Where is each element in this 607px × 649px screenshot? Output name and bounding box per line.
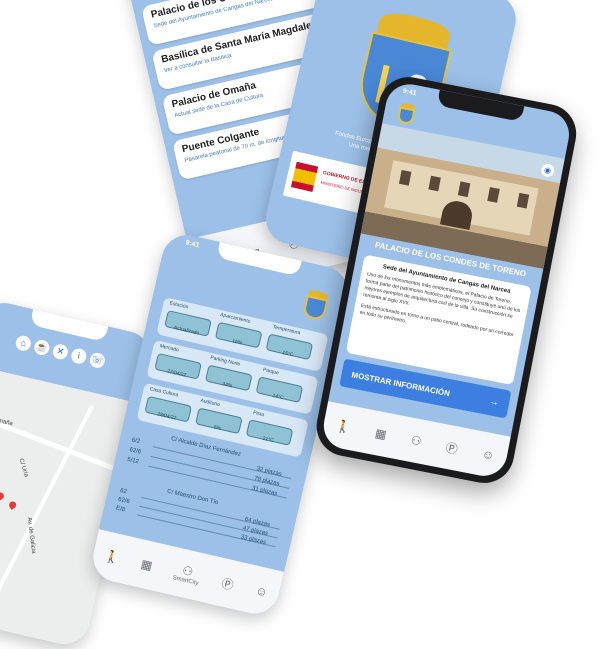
map-road-label: C/ Uría [17,457,29,478]
restaurant-icon[interactable]: ☕ [32,338,51,357]
sensor-value-cell[interactable]: 28/04/22 [144,395,193,424]
notch [436,89,524,122]
street-row-label: 62/6 [128,447,142,456]
sensor-value-cell[interactable]: 27/04/22 [154,352,203,381]
sensor-label: Estación [168,300,189,311]
sensor-value-cell[interactable]: 6% [194,407,244,435]
street-total: 31 plazas [251,485,278,498]
sensor-value-cell[interactable]: 21°C [245,419,294,447]
show-info-label: MOSTRAR INFORMACIÓN [350,369,451,398]
map-icon[interactable]: ▦ [374,426,388,442]
spain-flag-mark [290,161,319,193]
info-icon[interactable]: i [69,347,88,366]
user-icon[interactable]: ☺ [254,583,269,599]
street-row-label: 62/6 [117,496,131,506]
sensor-label: Auditorio [199,397,221,409]
walk-icon[interactable]: 🚶 [103,548,121,565]
tools-icon[interactable]: ✕ [51,342,70,361]
bike-icon[interactable]: ⚇ SmartCity [171,561,202,587]
phone-smartcity: 9:41 Estación Aparcamiento Temperatura A… [88,230,354,619]
status-time: 9:41 [184,239,201,250]
user-icon[interactable]: ☺ [481,447,496,463]
sensor-value-cell[interactable]: 15°C [265,333,314,361]
street-row-label: 62 [119,487,128,496]
phone-icon[interactable]: ☏ [88,351,107,370]
sensor-label: Mercado [158,343,180,354]
sensor-value-cell[interactable]: 16% [214,321,263,349]
arrow-right-icon: → [488,395,501,409]
town-crest [396,102,417,126]
sensor-value-cell[interactable]: 34% [204,364,253,392]
map-icon[interactable]: ▦ [140,557,154,573]
map-pin-icon[interactable] [7,500,18,510]
town-crest [302,289,330,322]
nav-label: SmartCity [171,575,199,587]
sensor-value-cell[interactable]: Actualizado [164,310,213,338]
sensor-value-cell[interactable]: 14°C [255,376,304,404]
parking-icon[interactable]: Ⓟ [444,438,459,457]
sensor-label: Parque [262,367,280,377]
parking-icon[interactable]: Ⓟ [220,574,236,593]
bike-icon[interactable]: ⚇ [410,433,423,449]
street-row-label: E/8 [115,505,126,514]
map-pin-icon[interactable] [0,491,6,501]
map-street-label: Palacio de Omaña [0,410,14,428]
street-row-label: 5/12 [126,456,140,466]
sensor-label: Pista [252,409,265,419]
globe-icon[interactable]: ◉ [540,162,556,178]
home-icon[interactable]: ⌂ [14,334,33,353]
street-row-label: 6/2 [131,437,141,446]
walk-icon[interactable]: 🚶 [335,418,352,435]
map-top-icons: ⌂ ☕ ✕ i ☏ [14,334,107,370]
status-time: 9:41 [401,87,418,98]
